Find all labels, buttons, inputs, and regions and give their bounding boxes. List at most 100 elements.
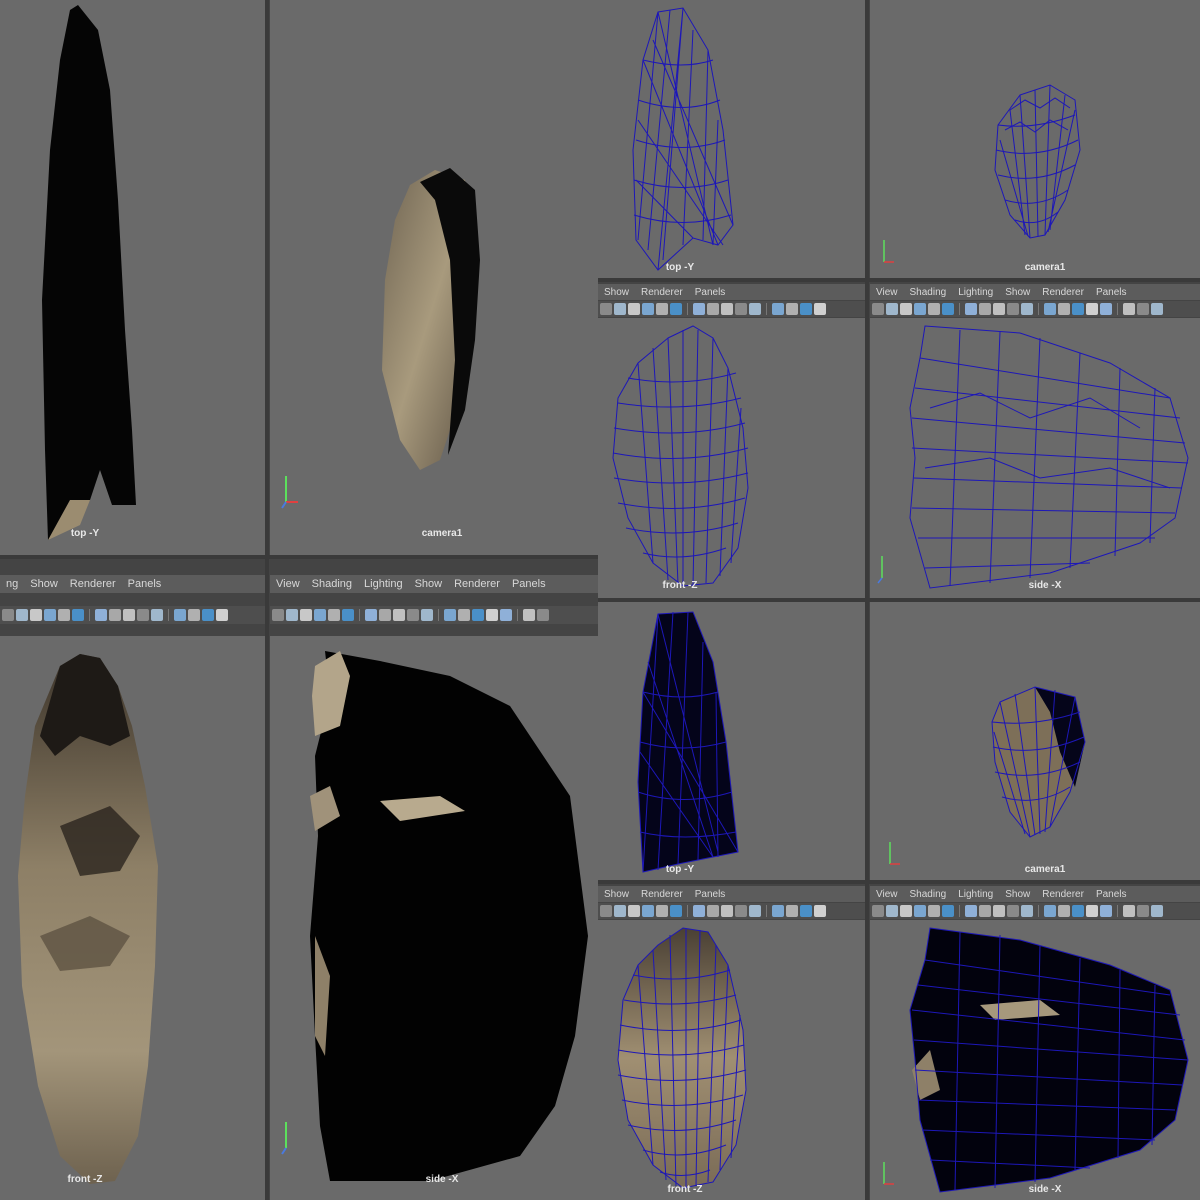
select-icon[interactable] xyxy=(537,609,549,621)
viewport-side-wireshaded[interactable]: side -X xyxy=(870,920,1200,1200)
menu-renderer[interactable]: Renderer xyxy=(641,889,683,900)
paint-icon[interactable] xyxy=(900,303,912,315)
paint-icon[interactable] xyxy=(300,609,312,621)
select-icon[interactable] xyxy=(872,303,884,315)
select-icon[interactable] xyxy=(2,609,14,621)
textured-icon[interactable] xyxy=(1086,905,1098,917)
menu-lighting[interactable]: Lighting xyxy=(958,287,993,298)
grid-icon[interactable] xyxy=(772,905,784,917)
wireframe-icon[interactable] xyxy=(656,905,668,917)
menu-view[interactable]: View xyxy=(876,889,898,900)
light-icon[interactable] xyxy=(965,905,977,917)
light-icon[interactable] xyxy=(1100,303,1112,315)
viewport-divider[interactable] xyxy=(598,278,1200,282)
menu-lighting[interactable]: Lighting xyxy=(958,889,993,900)
xray-icon[interactable] xyxy=(707,303,719,315)
isolate-icon[interactable] xyxy=(993,905,1005,917)
xray-icon[interactable] xyxy=(109,609,121,621)
select-icon[interactable] xyxy=(872,905,884,917)
menu-shading[interactable]: Shading xyxy=(910,287,947,298)
grid-icon[interactable] xyxy=(1044,905,1056,917)
menu-renderer[interactable]: Renderer xyxy=(1042,889,1084,900)
isolate-icon[interactable] xyxy=(1123,303,1135,315)
viewport-front-wireshaded[interactable]: front -Z xyxy=(598,920,865,1200)
light-icon[interactable] xyxy=(1100,905,1112,917)
lasso-icon[interactable] xyxy=(614,303,626,315)
paint-icon[interactable] xyxy=(628,303,640,315)
select-icon[interactable] xyxy=(600,905,612,917)
light-icon[interactable] xyxy=(693,303,705,315)
select-icon[interactable] xyxy=(735,303,747,315)
menu-renderer[interactable]: Renderer xyxy=(454,578,500,590)
textured-icon[interactable] xyxy=(814,303,826,315)
menu-view[interactable]: View xyxy=(276,578,300,590)
wireframe-icon[interactable] xyxy=(458,609,470,621)
isolate-icon[interactable] xyxy=(721,303,733,315)
lasso-icon[interactable] xyxy=(886,905,898,917)
grid-icon[interactable] xyxy=(174,609,186,621)
select-icon[interactable] xyxy=(1137,303,1149,315)
shaded-icon[interactable] xyxy=(1072,905,1084,917)
wireframe-icon[interactable] xyxy=(188,609,200,621)
shaded-icon[interactable] xyxy=(800,905,812,917)
menu-renderer[interactable]: Renderer xyxy=(70,578,116,590)
paint-icon[interactable] xyxy=(900,905,912,917)
wireframe-icon[interactable] xyxy=(1058,303,1070,315)
lasso-icon[interactable] xyxy=(151,609,163,621)
isolate-icon[interactable] xyxy=(1123,905,1135,917)
shaded-icon[interactable] xyxy=(670,905,682,917)
menu-show[interactable]: Show xyxy=(30,578,58,590)
lasso-icon[interactable] xyxy=(1021,905,1033,917)
shaded-icon[interactable] xyxy=(670,303,682,315)
select-icon[interactable] xyxy=(1007,905,1019,917)
viewport-top-wire[interactable]: top -Y xyxy=(598,0,865,278)
grid-icon[interactable] xyxy=(1044,303,1056,315)
grid-icon[interactable] xyxy=(44,609,56,621)
menu-show[interactable]: Show xyxy=(1005,889,1030,900)
textured-icon[interactable] xyxy=(216,609,228,621)
lasso-icon[interactable] xyxy=(1151,303,1163,315)
menu-panels[interactable]: Panels xyxy=(128,578,162,590)
isolate-icon[interactable] xyxy=(993,303,1005,315)
menu-panels[interactable]: Panels xyxy=(512,578,546,590)
lasso-icon[interactable] xyxy=(421,609,433,621)
light-icon[interactable] xyxy=(95,609,107,621)
lasso-icon[interactable] xyxy=(1021,303,1033,315)
select-icon[interactable] xyxy=(735,905,747,917)
lasso-icon[interactable] xyxy=(286,609,298,621)
menu-show[interactable]: Show xyxy=(1005,287,1030,298)
menu-panels[interactable]: Panels xyxy=(1096,889,1127,900)
menu-panels[interactable]: Panels xyxy=(1096,287,1127,298)
xray-icon[interactable] xyxy=(979,303,991,315)
shaded-icon[interactable] xyxy=(202,609,214,621)
menu-panels[interactable]: Panels xyxy=(695,889,726,900)
grid-icon[interactable] xyxy=(914,303,926,315)
light-icon[interactable] xyxy=(500,609,512,621)
viewport-camera-shaded[interactable]: camera1 xyxy=(270,0,598,555)
xray-icon[interactable] xyxy=(707,905,719,917)
viewport-camera-wireshaded[interactable]: camera1 xyxy=(870,602,1200,880)
shaded-icon[interactable] xyxy=(800,303,812,315)
shaded-icon[interactable] xyxy=(1072,303,1084,315)
light-icon[interactable] xyxy=(965,303,977,315)
grid-icon[interactable] xyxy=(772,303,784,315)
wireframe-icon[interactable] xyxy=(928,303,940,315)
shaded-icon[interactable] xyxy=(72,609,84,621)
viewport-divider[interactable] xyxy=(265,0,269,1200)
menu-show[interactable]: Show xyxy=(604,287,629,298)
isolate-icon[interactable] xyxy=(721,905,733,917)
lasso-icon[interactable] xyxy=(886,303,898,315)
select-icon[interactable] xyxy=(600,303,612,315)
grid-icon[interactable] xyxy=(642,905,654,917)
viewport-top-shaded[interactable]: top -Y xyxy=(0,0,265,555)
wireframe-icon[interactable] xyxy=(1058,905,1070,917)
textured-icon[interactable] xyxy=(814,905,826,917)
menu-show[interactable]: Show xyxy=(604,889,629,900)
viewport-side-wire[interactable]: side -X xyxy=(870,318,1200,598)
menu-panels[interactable]: Panels xyxy=(695,287,726,298)
lasso-icon[interactable] xyxy=(614,905,626,917)
menu-shading[interactable]: Shading xyxy=(312,578,352,590)
isolate-icon[interactable] xyxy=(523,609,535,621)
textured-icon[interactable] xyxy=(1086,303,1098,315)
lasso-icon[interactable] xyxy=(1151,905,1163,917)
